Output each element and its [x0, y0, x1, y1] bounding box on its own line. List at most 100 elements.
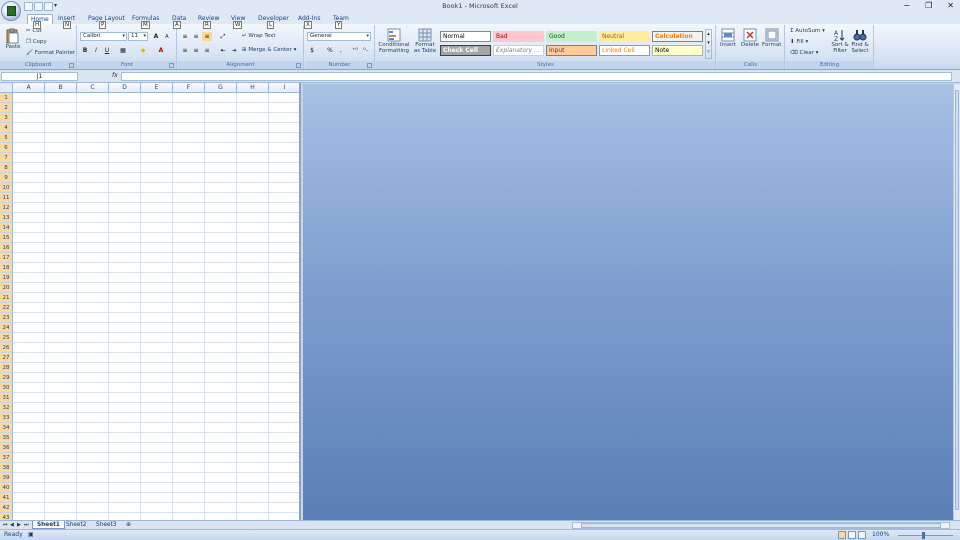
- row-header[interactable]: 2: [0, 103, 13, 113]
- cell-style-linked-cell[interactable]: Linked Cell: [599, 45, 650, 56]
- row-header[interactable]: 1: [0, 93, 13, 103]
- scroll-thumb[interactable]: [955, 90, 959, 510]
- paste-button[interactable]: Paste: [4, 28, 22, 50]
- merge-center-button[interactable]: ⊞ Merge & Center ▾: [242, 47, 296, 53]
- increase-indent-icon[interactable]: ⇥: [229, 46, 239, 55]
- insert-function-button[interactable]: fx: [81, 72, 119, 81]
- restore-button[interactable]: ❐: [925, 1, 932, 10]
- name-box[interactable]: J1: [1, 72, 78, 81]
- sheet-tab-sheet1[interactable]: Sheet1: [32, 521, 65, 529]
- row-header[interactable]: 28: [0, 363, 13, 373]
- align-center-icon[interactable]: ≡: [191, 46, 201, 55]
- autosum-button[interactable]: Σ AutoSum ▾: [790, 28, 825, 34]
- column-header[interactable]: B: [45, 83, 77, 93]
- italic-button[interactable]: I: [91, 46, 101, 55]
- delete-cells-button[interactable]: Delete: [741, 28, 759, 48]
- conditional-formatting-button[interactable]: Conditional Formatting: [377, 28, 411, 54]
- cell-style-normal[interactable]: Normal: [440, 31, 491, 42]
- prev-sheet-icon[interactable]: ◀: [10, 522, 14, 528]
- decrease-indent-icon[interactable]: ⇤: [218, 46, 228, 55]
- row-header[interactable]: 9: [0, 173, 13, 183]
- row-header[interactable]: 14: [0, 223, 13, 233]
- row-header[interactable]: 39: [0, 473, 13, 483]
- number-format-combo[interactable]: General ▾: [307, 32, 371, 41]
- column-header[interactable]: F: [173, 83, 205, 93]
- macro-record-icon[interactable]: ▣: [28, 531, 34, 538]
- row-header[interactable]: 22: [0, 303, 13, 313]
- row-header[interactable]: 8: [0, 163, 13, 173]
- align-left-icon[interactable]: ≡: [180, 46, 190, 55]
- column-header[interactable]: I: [269, 83, 299, 93]
- cell-style-input[interactable]: Input: [546, 45, 597, 56]
- zoom-level[interactable]: 100%: [872, 531, 889, 538]
- increase-decimal-icon[interactable]: ⁺⁰: [350, 46, 360, 55]
- currency-button[interactable]: $: [307, 46, 317, 55]
- cell-style-good[interactable]: Good: [546, 31, 597, 42]
- row-header[interactable]: 25: [0, 333, 13, 343]
- row-header[interactable]: 19: [0, 273, 13, 283]
- font-color-icon[interactable]: A: [156, 46, 166, 55]
- sheet-tab-sheet2[interactable]: Sheet2: [62, 521, 90, 529]
- row-header[interactable]: 37: [0, 453, 13, 463]
- column-header[interactable]: C: [77, 83, 109, 93]
- row-header[interactable]: 6: [0, 143, 13, 153]
- alignment-launcher-icon[interactable]: [296, 63, 301, 68]
- row-header[interactable]: 18: [0, 263, 13, 273]
- sort-filter-button[interactable]: AZ Sort & Filter: [830, 28, 850, 54]
- row-header[interactable]: 40: [0, 483, 13, 493]
- save-icon[interactable]: [24, 2, 33, 11]
- first-sheet-icon[interactable]: ⏮: [3, 522, 8, 528]
- page-break-view-icon[interactable]: [858, 531, 866, 539]
- fill-button[interactable]: ⬇ Fill ▾: [790, 39, 808, 45]
- gallery-scroll-icon[interactable]: ▴ ▾ ▿: [705, 29, 712, 59]
- row-header[interactable]: 20: [0, 283, 13, 293]
- row-header[interactable]: 41: [0, 493, 13, 503]
- bottom-align-icon[interactable]: ≡: [202, 32, 212, 41]
- next-sheet-icon[interactable]: ▶: [17, 522, 21, 528]
- row-header[interactable]: 29: [0, 373, 13, 383]
- vertical-scrollbar[interactable]: [953, 84, 960, 520]
- insert-sheet-icon[interactable]: ⊕: [122, 521, 135, 529]
- format-painter-button[interactable]: 🖌 Format Painter: [26, 50, 75, 56]
- cell-style-bad[interactable]: Bad: [493, 31, 544, 42]
- tab-page-layout[interactable]: Page Layout: [88, 15, 125, 22]
- customize-qat-icon[interactable]: ▾: [54, 2, 60, 11]
- clear-button[interactable]: ⌫ Clear ▾: [790, 50, 818, 56]
- row-header[interactable]: 5: [0, 133, 13, 143]
- row-header[interactable]: 32: [0, 403, 13, 413]
- formula-input[interactable]: [121, 72, 952, 81]
- row-header[interactable]: 15: [0, 233, 13, 243]
- fill-color-icon[interactable]: ◆: [138, 46, 148, 55]
- font-size-combo[interactable]: 11 ▾: [128, 32, 148, 41]
- wrap-text-button[interactable]: ↵ Wrap Text: [242, 33, 276, 39]
- shrink-font-button[interactable]: A: [162, 32, 172, 41]
- last-sheet-icon[interactable]: ⏭: [24, 522, 29, 528]
- cell-grid[interactable]: [13, 93, 299, 520]
- column-header[interactable]: G: [205, 83, 237, 93]
- office-button[interactable]: [1, 1, 21, 21]
- decrease-decimal-icon[interactable]: ⁰₋: [361, 46, 371, 55]
- minimize-button[interactable]: −: [903, 1, 910, 10]
- row-header[interactable]: 10: [0, 183, 13, 193]
- row-header[interactable]: 43: [0, 513, 13, 520]
- column-header[interactable]: H: [237, 83, 269, 93]
- insert-cells-button[interactable]: Insert: [720, 28, 736, 48]
- format-as-table-button[interactable]: Format as Table: [412, 28, 438, 54]
- row-header[interactable]: 12: [0, 203, 13, 213]
- row-header[interactable]: 36: [0, 443, 13, 453]
- row-header[interactable]: 13: [0, 213, 13, 223]
- zoom-slider-thumb[interactable]: [922, 532, 925, 539]
- row-header[interactable]: 34: [0, 423, 13, 433]
- row-header[interactable]: 42: [0, 503, 13, 513]
- borders-icon[interactable]: ▦: [118, 46, 128, 55]
- cell-style-check-cell[interactable]: Check Cell: [440, 45, 491, 56]
- row-header[interactable]: 35: [0, 433, 13, 443]
- zoom-slider[interactable]: [898, 535, 953, 536]
- copy-button[interactable]: ❐ Copy: [26, 39, 47, 45]
- row-header[interactable]: 11: [0, 193, 13, 203]
- horizontal-scrollbar[interactable]: [572, 522, 950, 529]
- cell-style-calculation[interactable]: Calculation: [652, 31, 703, 42]
- comma-button[interactable]: ,: [336, 46, 346, 55]
- row-header[interactable]: 7: [0, 153, 13, 163]
- row-header[interactable]: 3: [0, 113, 13, 123]
